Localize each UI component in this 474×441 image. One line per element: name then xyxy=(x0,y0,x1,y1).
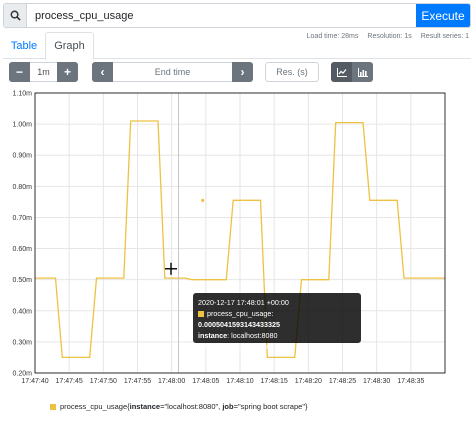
x-tick-label: 17:48:20 xyxy=(295,378,322,385)
y-tick-label: 0.90m xyxy=(13,153,33,160)
range-decrease-button[interactable]: − xyxy=(9,62,30,82)
y-tick-label: 0.60m xyxy=(13,246,33,253)
query-stats: Load time: 28ms Resolution: 1s Result se… xyxy=(307,33,469,40)
x-tick-label: 17:48:15 xyxy=(261,378,288,385)
y-tick-label: 1.10m xyxy=(13,91,33,98)
end-time-forward-button[interactable]: › xyxy=(232,62,253,82)
expression-input[interactable] xyxy=(27,4,416,27)
x-tick-label: 17:47:40 xyxy=(21,378,48,385)
range-control: − 1m + xyxy=(9,62,78,82)
x-tick-label: 17:47:50 xyxy=(90,378,117,385)
x-tick-label: 17:47:55 xyxy=(124,378,151,385)
resolution: Resolution: 1s xyxy=(367,33,412,40)
tooltip-instance: instance: localhost:8080 xyxy=(198,331,278,340)
legend-item[interactable]: process_cpu_usage{instance="localhost:80… xyxy=(50,402,308,411)
legend-swatch xyxy=(50,403,56,410)
tab-table[interactable]: Table xyxy=(3,32,45,59)
execute-button[interactable]: Execute xyxy=(416,4,470,27)
tooltip-metric-row: process_cpu_usage: 0.0005041593143433325 xyxy=(198,308,356,330)
x-tick-label: 17:48:00 xyxy=(158,378,185,385)
tooltip-metric: process_cpu_usage: xyxy=(207,309,274,318)
series-color-swatch xyxy=(198,311,204,317)
y-tick-label: 0.20m xyxy=(13,371,33,378)
chart-type-toggle xyxy=(331,62,373,82)
x-tick-label: 17:48:05 xyxy=(192,378,219,385)
y-tick-label: 1.00m xyxy=(13,122,33,129)
crosshair-icon xyxy=(165,262,177,275)
line-chart-icon xyxy=(336,67,347,77)
search-icon xyxy=(4,4,27,27)
result-series: Result series: 1 xyxy=(420,33,469,40)
y-tick-label: 0.70m xyxy=(13,215,33,222)
tab-graph[interactable]: Graph xyxy=(45,32,94,60)
x-tick-label: 17:47:45 xyxy=(56,378,83,385)
tooltip-time: 2020-12-17 17:48:01 +00:00 xyxy=(198,298,289,307)
hover-tooltip: 2020-12-17 17:48:01 +00:00 process_cpu_u… xyxy=(193,293,361,351)
end-time-control: ‹ End time › xyxy=(92,62,253,82)
tooltip-job: job: spring boot scrape xyxy=(198,342,272,351)
highlight-point xyxy=(201,198,205,202)
x-tick-label: 17:48:25 xyxy=(329,378,356,385)
x-tick-label: 17:48:10 xyxy=(226,378,253,385)
tooltip-value: 0.0005041593143433325 xyxy=(198,320,280,329)
y-tick-label: 0.30m xyxy=(13,339,33,346)
range-input[interactable]: 1m xyxy=(30,62,57,82)
x-tick-label: 17:48:30 xyxy=(363,378,390,385)
resolution-input[interactable]: Res. (s) xyxy=(265,62,319,82)
range-increase-button[interactable]: + xyxy=(57,62,78,82)
x-tick-label: 17:48:35 xyxy=(397,378,424,385)
load-time: Load time: 28ms xyxy=(306,33,359,40)
y-tick-label: 0.40m xyxy=(13,308,33,315)
expression-bar: Execute xyxy=(3,3,471,28)
end-time-back-button[interactable]: ‹ xyxy=(92,62,113,82)
y-tick-label: 0.50m xyxy=(13,277,33,284)
stacked-chart-icon xyxy=(357,67,368,77)
line-chart-button[interactable] xyxy=(331,62,352,82)
stacked-chart-button[interactable] xyxy=(352,62,373,82)
y-tick-label: 0.80m xyxy=(13,184,33,191)
legend-label: process_cpu_usage{instance="localhost:80… xyxy=(60,402,308,411)
end-time-input[interactable]: End time xyxy=(113,62,232,82)
